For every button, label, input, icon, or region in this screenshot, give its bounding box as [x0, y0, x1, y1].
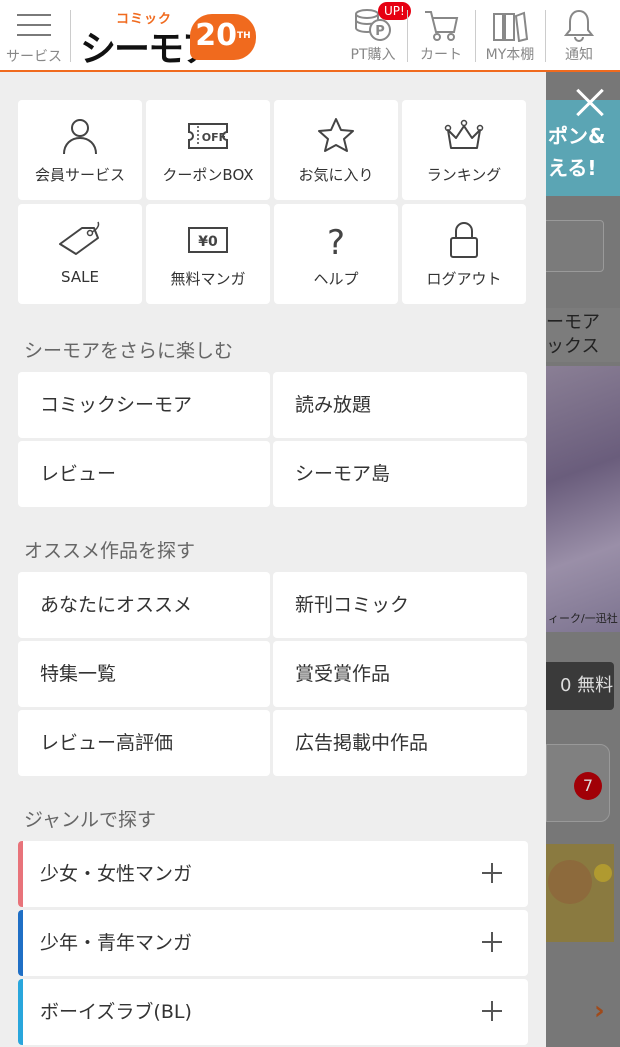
list-item[interactable]: レビュー高評価: [18, 710, 270, 776]
bell-icon: [563, 9, 595, 42]
background-art-caption: ィーク/一迅社: [548, 612, 618, 625]
cart-label: カート: [420, 47, 462, 63]
notification-label: 通知: [565, 47, 593, 63]
list-item[interactable]: 読み放題: [273, 372, 527, 438]
background-side-text: ーモア ックス: [546, 308, 620, 362]
background-search-box: [546, 220, 604, 272]
service-menu-label: サービス: [6, 49, 62, 65]
sale-label: SALE: [61, 268, 99, 286]
my-bookshelf-button[interactable]: MY本棚: [478, 0, 542, 70]
plus-icon[interactable]: [482, 932, 502, 952]
free-icon: ¥0: [188, 227, 228, 253]
genre-item-shonen[interactable]: 少年・青年マンガ: [18, 910, 528, 976]
genre-item-shojo[interactable]: 少女・女性マンガ: [18, 841, 528, 907]
coupon-icon: OFF: [188, 123, 228, 149]
header-divider: [475, 10, 476, 62]
background-artwork: ィーク/一迅社: [546, 366, 620, 632]
question-icon: ?: [327, 223, 345, 260]
background-count-badge: 7: [574, 772, 602, 800]
my-bookshelf-label: MY本棚: [485, 47, 535, 63]
coupon-icon-text: OFF: [202, 131, 226, 144]
service-menu-button[interactable]: サービス: [0, 0, 70, 70]
background-free-button: 0 無料: [546, 662, 614, 710]
sale-tile[interactable]: SALE: [18, 204, 142, 304]
recommend-list: あなたにオススメ 新刊コミック 特集一覧 賞受賞作品 レビュー高評価 広告掲載中…: [18, 572, 528, 776]
genre-label: 少女・女性マンガ: [40, 863, 193, 885]
list-item[interactable]: 広告掲載中作品: [273, 710, 527, 776]
favorites-label: お気に入り: [298, 166, 374, 184]
header-divider: [70, 10, 71, 62]
genre-color-bar: [18, 910, 23, 976]
hamburger-icon: [17, 14, 51, 44]
chevron-right-icon: ›: [594, 996, 605, 1026]
member-service-label: 会員サービス: [34, 166, 125, 184]
lock-icon: [450, 222, 478, 258]
coupon-box-label: クーポンBOX: [162, 166, 254, 184]
recommend-section-title: オススメ作品を探す: [24, 540, 196, 562]
star-icon: [318, 118, 354, 152]
genre-section-title: ジャンルで探す: [24, 809, 157, 831]
point-purchase-label: PT購入: [350, 47, 396, 63]
free-manga-label: 無料マンガ: [170, 270, 246, 288]
notification-button[interactable]: 通知: [548, 0, 610, 70]
plus-icon[interactable]: [482, 1001, 502, 1021]
anniversary-badge: 20TH: [190, 14, 256, 60]
coin-image: [594, 864, 612, 882]
genre-color-bar: [18, 979, 23, 1045]
genre-item-bl[interactable]: ボーイズラブ(BL): [18, 979, 528, 1045]
header-divider: [407, 10, 408, 62]
list-item[interactable]: シーモア島: [273, 441, 527, 507]
app-header: サービス コミック シーモア 20TH P PT購入 UP! カート MY本棚 …: [0, 0, 620, 72]
ranking-tile[interactable]: ランキング: [402, 100, 526, 200]
list-item[interactable]: レビュー: [18, 441, 270, 507]
favorites-tile[interactable]: お気に入り: [274, 100, 398, 200]
list-item[interactable]: 新刊コミック: [273, 572, 527, 638]
close-drawer-button[interactable]: [574, 86, 606, 118]
logout-label: ログアウト: [426, 270, 502, 288]
cart-button[interactable]: カート: [410, 0, 472, 70]
svg-text:P: P: [375, 24, 385, 39]
help-label: ヘルプ: [313, 270, 359, 288]
help-tile[interactable]: ? ヘルプ: [274, 204, 398, 304]
side-drawer: 会員サービス OFF クーポンBOX お気に入り ランキング SALE ¥0 無…: [0, 72, 546, 1047]
logout-tile[interactable]: ログアウト: [402, 204, 526, 304]
background-bear-image: [546, 844, 614, 942]
header-divider: [545, 10, 546, 62]
cart-icon: [425, 11, 459, 41]
anniversary-th: TH: [237, 31, 251, 41]
member-service-tile[interactable]: 会員サービス: [18, 100, 142, 200]
enjoy-section-title: シーモアをさらに楽しむ: [24, 340, 234, 362]
list-item[interactable]: 特集一覧: [18, 641, 270, 707]
genre-label: 少年・青年マンガ: [40, 932, 193, 954]
site-logo[interactable]: コミック シーモア 20TH: [80, 8, 258, 70]
quick-menu-grid: 会員サービス OFF クーポンBOX お気に入り ランキング SALE ¥0 無…: [18, 100, 528, 304]
bookshelf-icon: [493, 11, 529, 42]
person-icon: [63, 119, 97, 155]
genre-label: ボーイズラブ(BL): [40, 1001, 192, 1023]
up-badge: UP!: [378, 2, 411, 20]
list-item[interactable]: 賞受賞作品: [273, 641, 527, 707]
ranking-label: ランキング: [426, 166, 502, 184]
free-manga-tile[interactable]: ¥0 無料マンガ: [146, 204, 270, 304]
anniversary-number: 20: [195, 18, 238, 53]
tag-icon: [59, 221, 100, 255]
genre-color-bar: [18, 841, 23, 907]
crown-icon: [444, 119, 484, 149]
list-item[interactable]: コミックシーモア: [18, 372, 270, 438]
bear-face: [548, 860, 592, 904]
enjoy-list: コミックシーモア 読み放題 レビュー シーモア島: [18, 372, 528, 507]
background-page: ポン& える! ーモア ックス ィーク/一迅社 0 無料 7 ›: [546, 72, 620, 1047]
free-icon-text: ¥0: [198, 234, 218, 250]
coupon-box-tile[interactable]: OFF クーポンBOX: [146, 100, 270, 200]
list-item[interactable]: あなたにオススメ: [18, 572, 270, 638]
plus-icon[interactable]: [482, 863, 502, 883]
question-icon-text: ?: [327, 223, 345, 260]
